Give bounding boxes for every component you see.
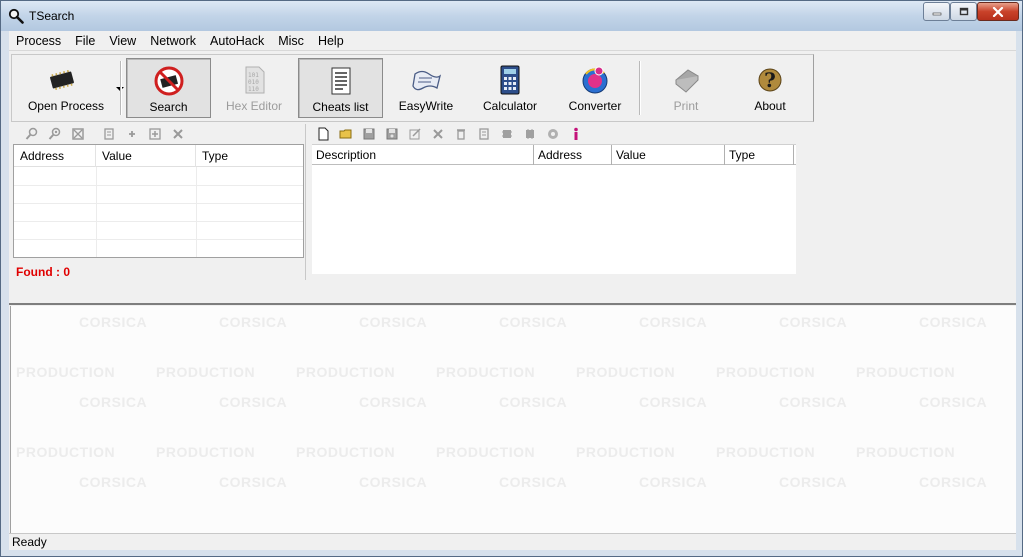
copy-icon[interactable] — [102, 127, 116, 141]
gear-icon[interactable] — [546, 127, 560, 141]
maximize-icon — [959, 7, 968, 16]
search-results-grid[interactable]: Address Value Type — [13, 144, 304, 258]
column-type[interactable]: Type — [196, 145, 303, 167]
search-button[interactable]: Search — [126, 58, 211, 118]
maximize-button[interactable] — [950, 2, 977, 21]
easywrite-button[interactable]: EasyWrite — [384, 58, 468, 118]
delete-x-icon[interactable] — [431, 127, 445, 141]
chip-icon — [50, 69, 74, 91]
calculator-icon — [500, 65, 520, 95]
search-results-panel: Address Value Type Found : 0 — [11, 124, 305, 281]
main-toolbar: Open Process Search 101 010 110 Hex Editor — [11, 54, 814, 122]
grid-divider — [96, 167, 97, 257]
cheats-grid[interactable]: Description Address Value Type — [312, 144, 796, 274]
svg-text:?: ? — [764, 68, 776, 92]
question-mark-icon: ? — [758, 68, 782, 92]
open-process-button[interactable]: Open Process — [18, 58, 124, 118]
close-icon — [992, 7, 1004, 17]
title-bar: TSearch — [1, 1, 1022, 31]
grid-divider — [196, 167, 197, 257]
about-label: About — [754, 99, 786, 113]
table-row — [14, 239, 303, 240]
hex-document-icon: 101010110 — [245, 66, 265, 94]
table-row — [14, 185, 303, 186]
converter-button[interactable]: Converter — [553, 58, 637, 118]
cheats-header: Description Address Value Type — [312, 145, 796, 165]
calculator-label: Calculator — [482, 99, 538, 113]
svg-text:010: 010 — [248, 79, 259, 86]
search-results-header: Address Value Type — [14, 145, 303, 167]
menu-bar: Process File View Network AutoHack Misc … — [9, 31, 1016, 51]
status-text: Ready — [12, 535, 47, 549]
menu-help[interactable]: Help — [311, 34, 351, 48]
easywrite-label: EasyWrite — [398, 99, 454, 113]
cheats-list-label: Cheats list — [312, 100, 369, 114]
open-process-label: Open Process — [27, 99, 105, 113]
edit-icon[interactable] — [408, 127, 422, 141]
about-button[interactable]: ? About — [728, 58, 812, 118]
column-value[interactable]: Value — [96, 145, 196, 167]
cheats-mini-toolbar — [316, 124, 592, 144]
column-value[interactable]: Value — [612, 145, 725, 165]
menu-misc[interactable]: Misc — [271, 34, 311, 48]
hex-editor-button[interactable]: 101 010 110 Hex Editor — [212, 58, 296, 118]
zoom-icon[interactable] — [25, 127, 39, 141]
calculator-button[interactable]: Calculator — [468, 58, 552, 118]
hex-editor-label: Hex Editor — [225, 99, 283, 113]
menu-process[interactable]: Process — [9, 34, 68, 48]
plus-icon[interactable] — [125, 127, 139, 141]
menu-file[interactable]: File — [68, 34, 102, 48]
splitter-bar[interactable] — [9, 280, 1016, 305]
trash-icon[interactable] — [454, 127, 468, 141]
converter-globe-icon — [582, 66, 608, 94]
toolbar-separator — [120, 61, 122, 115]
cheats-list-button[interactable]: Cheats list — [298, 58, 383, 118]
chip-up-icon[interactable] — [500, 127, 514, 141]
info-icon[interactable] — [569, 127, 583, 141]
search-mini-toolbar — [25, 124, 194, 144]
print-button[interactable]: Print — [644, 58, 728, 118]
tsearch-window: TSearch Process File View Network AutoHa… — [0, 0, 1023, 557]
new-file-icon[interactable] — [316, 127, 330, 141]
delete-x-icon[interactable] — [171, 127, 185, 141]
filter-icon[interactable] — [71, 127, 85, 141]
menu-autohack[interactable]: AutoHack — [203, 34, 271, 48]
search-chip-icon — [154, 66, 183, 96]
svg-text:110: 110 — [248, 86, 259, 93]
column-address[interactable]: Address — [14, 145, 96, 167]
zoom-next-icon[interactable] — [48, 127, 62, 141]
table-row — [14, 221, 303, 222]
column-address[interactable]: Address — [534, 145, 612, 165]
open-folder-icon[interactable] — [339, 127, 353, 141]
column-description[interactable]: Description — [312, 145, 534, 165]
close-button[interactable] — [977, 2, 1019, 21]
add-box-icon[interactable] — [148, 127, 162, 141]
save-as-icon[interactable] — [385, 127, 399, 141]
menu-view[interactable]: View — [102, 34, 143, 48]
converter-label: Converter — [568, 99, 622, 113]
output-area[interactable]: CORSICA CORSICA CORSICA CORSICA CORSICA … — [10, 306, 1016, 533]
status-bar: Ready — [9, 533, 1016, 550]
save-icon[interactable] — [362, 127, 376, 141]
printer-icon — [675, 69, 699, 93]
client-area: Open Process Search 101 010 110 Hex Editor — [9, 51, 1016, 550]
minimize-icon — [932, 12, 941, 16]
window-title: TSearch — [29, 9, 75, 23]
copy-icon[interactable] — [477, 127, 491, 141]
magnifier-app-icon — [8, 8, 24, 24]
list-document-icon — [331, 67, 350, 95]
scroll-icon — [412, 70, 442, 91]
menu-network[interactable]: Network — [143, 34, 203, 48]
print-label: Print — [673, 99, 699, 113]
found-count: Found : 0 — [16, 265, 70, 279]
chip-down-icon[interactable] — [523, 127, 537, 141]
cheats-list-panel: Description Address Value Type — [305, 124, 798, 281]
toolbar-separator — [639, 61, 641, 115]
search-label: Search — [149, 100, 188, 114]
minimize-button[interactable] — [923, 2, 950, 21]
table-row — [14, 203, 303, 204]
svg-text:101: 101 — [248, 72, 259, 79]
column-type[interactable]: Type — [725, 145, 794, 165]
